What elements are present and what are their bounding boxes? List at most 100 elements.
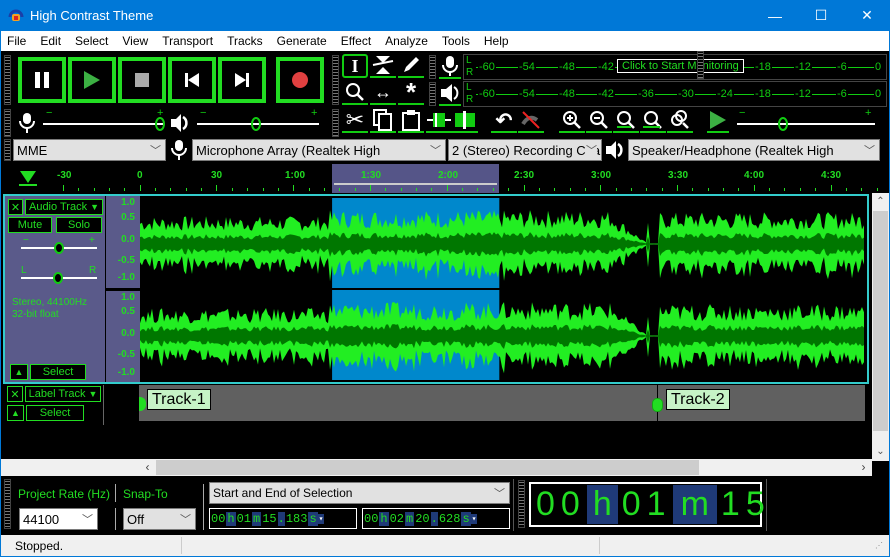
resize-grip-icon[interactable]: ⋰ xyxy=(875,541,883,550)
label-track-1[interactable]: Track-1 xyxy=(147,389,211,410)
time-display[interactable]: 00 h 01 m 15 xyxy=(529,482,765,527)
scroll-up-icon[interactable]: ⌃ xyxy=(872,193,889,210)
audio-host-select[interactable]: MME ﹀ xyxy=(13,139,166,161)
gain-slider-thumb[interactable] xyxy=(54,242,64,254)
cut-button[interactable]: ✂ xyxy=(342,107,368,133)
recording-volume-slider[interactable]: − + xyxy=(43,107,168,133)
record-button[interactable] xyxy=(276,57,324,103)
track-menu-button[interactable]: Audio Track ▼ xyxy=(25,199,103,215)
play-at-speed-grip[interactable] xyxy=(697,51,704,79)
label-marker-1[interactable] xyxy=(139,397,146,411)
edit-toolbar-grip[interactable] xyxy=(332,109,339,137)
playback-meter-grip[interactable] xyxy=(429,82,436,106)
menu-help[interactable]: Help xyxy=(478,34,517,48)
zoom-toggle-button[interactable] xyxy=(667,109,693,133)
menu-tracks[interactable]: Tracks xyxy=(221,34,271,48)
start-monitoring-button[interactable]: Click to Start Monitoring xyxy=(617,59,744,73)
format-menu-icon[interactable]: ▾ xyxy=(470,513,478,524)
transport-toolbar-grip[interactable] xyxy=(4,55,11,105)
solo-button[interactable]: Solo xyxy=(56,217,102,233)
menu-edit[interactable]: Edit xyxy=(34,34,69,48)
pause-button[interactable] xyxy=(18,57,66,103)
copy-button[interactable] xyxy=(370,109,396,133)
menu-tools[interactable]: Tools xyxy=(436,34,478,48)
record-meter[interactable]: L R -60 -54 -48 -42 Click to Start Monit… xyxy=(463,54,887,80)
collapse-label-track-button[interactable]: ▲ xyxy=(7,405,24,421)
undo-button[interactable]: ↶ xyxy=(491,109,517,133)
snap-to-select[interactable]: Off ﹀ xyxy=(123,508,196,530)
slider-thumb[interactable] xyxy=(251,117,261,131)
trim-button[interactable] xyxy=(426,109,452,133)
selection-end-time[interactable]: 00 h 02 m 20. 628 s ▾ xyxy=(362,508,510,529)
draw-tool-button[interactable] xyxy=(398,54,424,78)
record-meter-grip[interactable] xyxy=(429,55,436,79)
menu-transport[interactable]: Transport xyxy=(156,34,221,48)
fit-selection-button[interactable] xyxy=(613,109,639,133)
audio-track[interactable]: ✕ Audio Track ▼ Mute Solo − + L R Stereo,… xyxy=(3,194,869,384)
recording-channels-select[interactable]: 2 (Stereo) Recording Chai ﹀ xyxy=(448,139,602,161)
label-track-area[interactable]: Track-1 Track-2 xyxy=(139,385,865,421)
playback-speed-slider[interactable]: − + xyxy=(737,107,877,133)
zoom-tool-button[interactable] xyxy=(342,81,368,105)
pin-head-icon[interactable] xyxy=(19,170,37,186)
minimize-button[interactable]: — xyxy=(752,0,798,31)
vertical-scroll-thumb[interactable] xyxy=(873,211,888,431)
label-track-menu-button[interactable]: Label Track ▼ xyxy=(25,386,101,402)
menu-generate[interactable]: Generate xyxy=(271,34,335,48)
time-shift-tool-button[interactable]: ↔ xyxy=(370,81,396,105)
zoom-in-button[interactable] xyxy=(559,109,585,133)
playback-meter-button[interactable] xyxy=(439,82,461,106)
timeline-ruler[interactable]: -30 0 30 1:00 1:30 2:00 2:30 3:00 3:30 4… xyxy=(1,164,889,193)
recording-device-select[interactable]: Microphone Array (Realtek High ﹀ xyxy=(192,139,446,161)
selection-toolbar-grip[interactable] xyxy=(4,479,11,529)
tools-toolbar-grip[interactable] xyxy=(332,55,339,105)
menu-effect[interactable]: Effect xyxy=(335,34,379,48)
selection-start-time[interactable]: 00 h 01 m 15. 183 s ▾ xyxy=(209,508,357,529)
play-at-speed-button[interactable] xyxy=(707,109,729,133)
collapse-track-button[interactable]: ▲ xyxy=(10,364,28,380)
scroll-left-icon[interactable]: ‹ xyxy=(139,459,156,476)
menu-view[interactable]: View xyxy=(116,34,156,48)
amplitude-scale[interactable]: 1.0 0.5 0.0 -0.5 -1.0 1.0 0.5 0.0 -0.5 -… xyxy=(105,196,141,382)
label-track-2[interactable]: Track-2 xyxy=(666,389,730,410)
selection-tool-button[interactable]: I xyxy=(342,54,368,78)
label-marker-2[interactable] xyxy=(652,398,663,412)
skip-to-end-button[interactable] xyxy=(218,57,266,103)
menu-select[interactable]: Select xyxy=(69,34,116,48)
playback-volume-slider[interactable]: − + xyxy=(197,107,322,133)
close-track-button[interactable]: ✕ xyxy=(8,199,23,215)
slider-thumb[interactable] xyxy=(155,117,165,131)
fit-project-button[interactable] xyxy=(640,109,666,133)
stop-button[interactable] xyxy=(118,57,166,103)
maximize-button[interactable]: ☐ xyxy=(798,0,844,31)
device-toolbar-grip[interactable] xyxy=(4,139,11,161)
project-rate-select[interactable]: 44100 ﹀ xyxy=(19,508,98,530)
selection-mode-select[interactable]: Start and End of Selection ﹀ xyxy=(209,482,510,504)
redo-button[interactable] xyxy=(518,109,544,133)
waveform[interactable] xyxy=(140,196,867,382)
envelope-tool-button[interactable] xyxy=(370,54,396,78)
play-button[interactable] xyxy=(68,57,116,103)
select-label-track-button[interactable]: Select xyxy=(26,405,84,421)
silence-button[interactable] xyxy=(452,109,478,133)
format-menu-icon[interactable]: ▾ xyxy=(317,513,325,524)
zoom-out-button[interactable] xyxy=(586,109,612,133)
skip-to-start-button[interactable] xyxy=(168,57,216,103)
pan-slider-thumb[interactable] xyxy=(53,272,63,284)
record-meter-button[interactable] xyxy=(439,55,461,79)
horizontal-scrollbar[interactable]: ‹ › xyxy=(1,459,872,476)
close-label-track-button[interactable]: ✕ xyxy=(7,386,23,402)
slider-thumb[interactable] xyxy=(778,117,788,131)
playback-device-select[interactable]: Speaker/Headphone (Realtek High ﹀ xyxy=(628,139,880,161)
playback-meter[interactable]: L R -60 -54 -48 -42 -36 -30 -24 -18 -12 … xyxy=(463,81,887,107)
menu-file[interactable]: File xyxy=(1,34,34,48)
paste-button[interactable] xyxy=(398,109,424,133)
mixer-toolbar-grip[interactable] xyxy=(4,109,11,137)
horizontal-scroll-thumb[interactable] xyxy=(156,460,699,475)
time-toolbar-grip[interactable] xyxy=(518,480,525,528)
scroll-down-icon[interactable]: ⌄ xyxy=(872,443,889,460)
select-track-button[interactable]: Select xyxy=(30,364,86,380)
vertical-scrollbar[interactable]: ⌃ ⌄ xyxy=(872,193,889,461)
multi-tool-button[interactable]: * xyxy=(398,79,424,105)
close-button[interactable]: ✕ xyxy=(844,0,890,31)
